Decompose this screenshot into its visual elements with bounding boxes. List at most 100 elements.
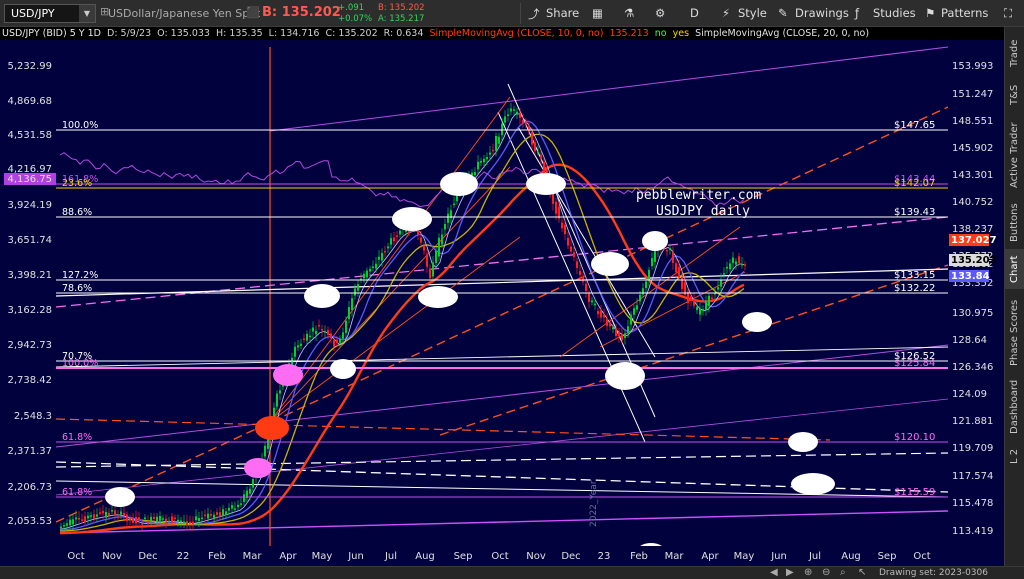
period-button[interactable]: D [690, 6, 699, 20]
style-icon[interactable]: ⚡ [722, 6, 730, 20]
x-axis-label: Oct [491, 551, 508, 562]
candle-body [363, 273, 365, 279]
right-axis-label: 140.752 [952, 197, 993, 208]
x-axis-label: Sep [454, 551, 473, 562]
candle-body [240, 503, 242, 505]
candle-body [477, 161, 479, 170]
candle-body [534, 142, 536, 152]
zoom-in-icon[interactable]: ⊕ [804, 567, 812, 579]
candle-body [510, 108, 512, 112]
ohlc-close: C: 135.202 [325, 28, 378, 39]
separator [520, 3, 521, 24]
marker-bubble [392, 207, 432, 231]
white-trend-1 [55, 268, 949, 297]
ask-price: A: 135.217 [378, 14, 425, 24]
tab-phase-scores[interactable]: Phase Scores [1005, 293, 1024, 373]
left-axis-label: 2,371.37 [7, 446, 52, 457]
scroll-right-icon[interactable]: ▶ [786, 567, 794, 579]
candle-body [186, 521, 188, 526]
right-axis-label: 148.551 [952, 116, 993, 127]
drawings-icon[interactable]: ✎ [778, 6, 788, 20]
tab-buttons[interactable]: Buttons [1005, 199, 1024, 247]
pointer-icon[interactable]: ↖ [858, 567, 866, 579]
candle-body [639, 294, 641, 302]
patterns-icon[interactable]: ⚑ [925, 6, 935, 20]
flask-icon[interactable]: ⚗ [624, 6, 634, 20]
candle-body [708, 295, 710, 306]
share-button[interactable]: Share [546, 6, 579, 20]
tab-chart[interactable]: Chart [1005, 249, 1024, 289]
studies-icon[interactable]: ƒ [855, 6, 859, 20]
candle-body [168, 520, 170, 523]
patterns-button[interactable]: Patterns [941, 6, 988, 20]
candle-body [498, 136, 500, 144]
fib-level-pct: 100.0% [62, 358, 98, 369]
drawings-button[interactable]: Drawings [795, 6, 849, 20]
symbol-dropdown-icon[interactable]: ▼ [79, 5, 95, 22]
tab-active-trader[interactable]: Active Trader [1005, 115, 1024, 195]
candle-body [444, 223, 446, 230]
candle-body [189, 521, 191, 524]
scroll-left-icon[interactable]: ◀ [770, 567, 778, 579]
candle-body [180, 520, 182, 523]
candle-body [366, 270, 368, 278]
candle-body [219, 512, 221, 517]
x-axis-label: Dec [138, 551, 157, 562]
candle-body [627, 326, 629, 334]
fib-level-price: $139.43 [894, 207, 935, 218]
symbol-text: USD/JPY [11, 7, 55, 20]
maximize-icon[interactable]: ⛶ [1004, 6, 1012, 21]
search-icon[interactable]: ⌕ [840, 567, 846, 579]
candle-body [249, 488, 251, 494]
sma-yes-flag: yes [672, 28, 690, 39]
tab-dashboard[interactable]: Dashboard [1005, 377, 1024, 437]
right-axis-label: 151.247 [952, 89, 993, 100]
style-button[interactable]: Style [738, 6, 767, 20]
candle-body [666, 250, 668, 252]
grid-icon[interactable]: ▦ [592, 6, 603, 20]
chart-canvas[interactable]: 100.0% $147.65161.8% $143.4423.6% $142.0788… [0, 27, 1004, 566]
candle-body [429, 268, 431, 279]
candle-body [393, 237, 395, 242]
symbol-input[interactable]: USD/JPY ▼ [4, 4, 96, 23]
x-axis-label: May [312, 551, 333, 562]
marker-bubble [788, 432, 818, 452]
candle-body [78, 517, 80, 520]
studies-button[interactable]: Studies [873, 6, 916, 20]
sma20-label[interactable]: SimpleMovingAvg (CLOSE, 20, 0, no) [695, 28, 869, 39]
candle-body [66, 523, 68, 526]
tab-time-and-sales[interactable]: T&S [1005, 79, 1024, 111]
fib-level-pct: 23.6% [62, 178, 92, 189]
candle-body [612, 327, 614, 330]
share-icon[interactable]: ⤴ [528, 6, 540, 22]
drawing-set-label[interactable]: Drawing set: 2023-0306 [879, 568, 988, 578]
x-axis-label: Jul [808, 551, 821, 562]
candle-body [432, 262, 434, 277]
tab-trade[interactable]: Trade [1005, 33, 1024, 73]
candle-body [114, 510, 116, 515]
candle-body [339, 338, 341, 343]
tab-level-2[interactable]: L 2 [1005, 441, 1024, 471]
fib-level-pct: 61.8% [62, 487, 92, 498]
right-axis-label: 138.237 [952, 224, 993, 235]
candle-body [237, 504, 239, 508]
marker-bubble [304, 284, 340, 308]
price-flag-label: 135.202 [951, 255, 997, 266]
candle-body [594, 303, 596, 306]
price-chart[interactable]: 100.0% $147.65 161.8% $143.44 23.6% $142.07 88… [0, 27, 1004, 566]
change-percent: +0.07% [338, 14, 373, 24]
bottom-bar: ◀ ▶ ⊕ ⊖ ⌕ ↖ Drawing set: 2023-0306 [0, 566, 1024, 579]
candle-body [633, 308, 635, 315]
candle-body [129, 518, 131, 520]
marker-bubble [440, 172, 478, 196]
candle-body [600, 310, 602, 318]
marker-bubble [605, 362, 645, 390]
gear-icon[interactable]: ⚙ [655, 6, 665, 20]
sma10-label[interactable]: SimpleMovingAvg (CLOSE, 10, 0, no) [429, 28, 603, 39]
watermark-line-2: USDJPY daily [656, 204, 750, 219]
x-axis-label: Apr [701, 551, 719, 562]
ohlc-open: O: 135.033 [157, 28, 210, 39]
candle-body [81, 519, 83, 521]
candle-body [87, 515, 89, 519]
zoom-out-icon[interactable]: ⊖ [822, 567, 830, 579]
